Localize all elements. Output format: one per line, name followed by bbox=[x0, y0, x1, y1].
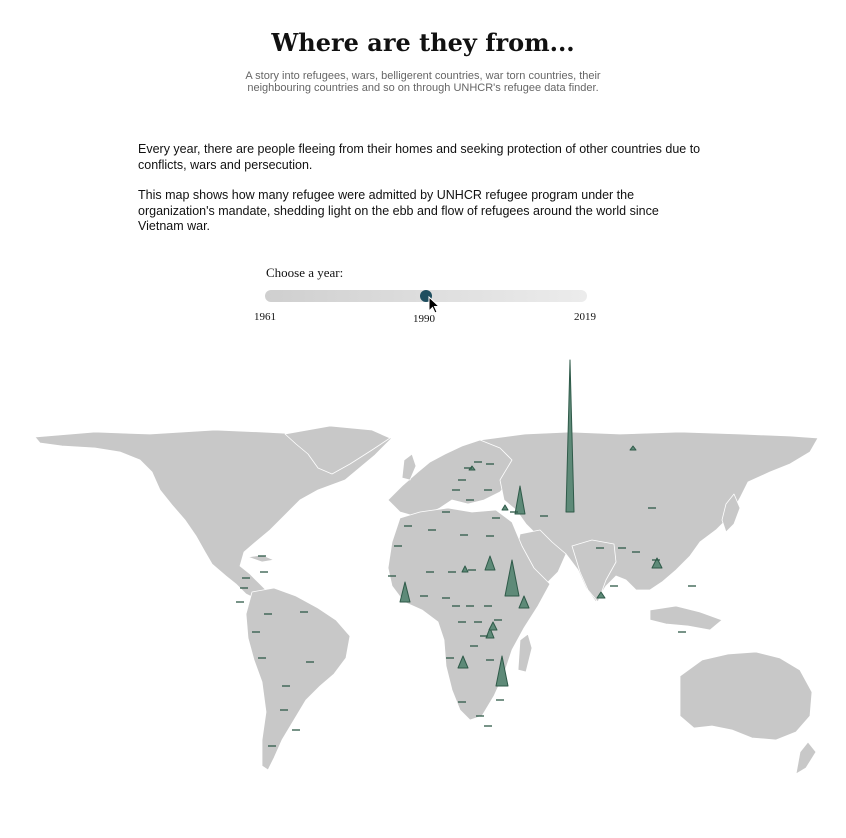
land-masses bbox=[34, 425, 819, 775]
year-slider-label: Choose a year: bbox=[266, 265, 344, 280]
page-subtitle: A story into refugees, wars, belligerent… bbox=[245, 70, 601, 94]
intro-paragraph-1: Every year, there are people fleeing fro… bbox=[138, 142, 701, 172]
south-america bbox=[245, 587, 351, 771]
year-slider-current-label: 1990 bbox=[413, 313, 435, 325]
madagascar bbox=[517, 633, 533, 673]
new-zealand bbox=[795, 741, 817, 775]
refugee-spike bbox=[501, 504, 509, 511]
australia bbox=[679, 651, 813, 741]
page-title: Where are they from... bbox=[271, 28, 575, 57]
intro-paragraph-2: This map shows how many refugee were adm… bbox=[138, 188, 659, 233]
year-slider-max-label: 2019 bbox=[574, 311, 596, 323]
southeast-asia-islands bbox=[649, 605, 723, 631]
year-slider-min-label: 1961 bbox=[254, 311, 276, 323]
world-refugee-map bbox=[34, 359, 819, 775]
mouse-pointer-icon bbox=[428, 296, 440, 314]
